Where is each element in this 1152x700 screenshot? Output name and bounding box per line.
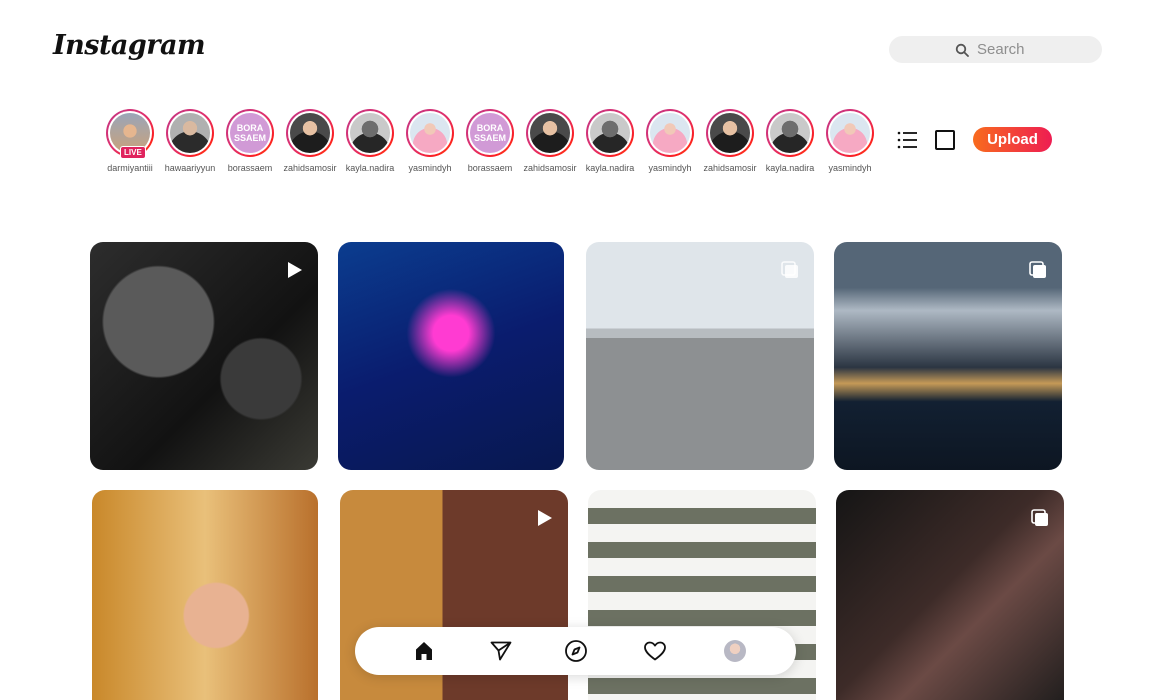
story-item[interactable]: kayla.nadira xyxy=(760,109,820,173)
story-username: kayla.nadira xyxy=(585,163,635,173)
story-ring: LIVE xyxy=(106,109,154,159)
story-username: zahidsamosir xyxy=(703,163,757,173)
story-username: borassaem xyxy=(467,163,513,173)
post-tile[interactable] xyxy=(92,490,318,700)
live-badge: LIVE xyxy=(120,146,146,159)
story-avatar xyxy=(530,113,570,153)
story-ring xyxy=(166,109,214,157)
upload-button[interactable]: Upload xyxy=(973,127,1052,152)
story-item[interactable]: zahidsamosir xyxy=(280,109,340,173)
list-view-icon[interactable] xyxy=(897,131,917,149)
video-play-icon xyxy=(288,262,302,278)
story-username: kayla.nadira xyxy=(345,163,395,173)
story-item[interactable]: LIVE darmiyantiii xyxy=(100,109,160,173)
story-username: zahidsamosir xyxy=(283,163,337,173)
story-username: hawaariyyun xyxy=(164,163,216,173)
story-item[interactable]: yasmindyh xyxy=(640,109,700,173)
send-icon[interactable] xyxy=(489,639,513,663)
story-avatar xyxy=(770,113,810,153)
story-avatar xyxy=(590,113,630,153)
post-tile[interactable] xyxy=(90,242,318,470)
story-avatar xyxy=(710,113,750,153)
story-ring xyxy=(526,109,574,157)
heart-icon[interactable] xyxy=(643,639,667,663)
post-tile[interactable] xyxy=(586,242,814,470)
story-username: yasmindyh xyxy=(828,163,872,173)
story-ring xyxy=(346,109,394,157)
story-username: borassaem xyxy=(227,163,273,173)
post-tile[interactable] xyxy=(834,242,1062,470)
story-avatar xyxy=(170,113,210,153)
story-item[interactable]: kayla.nadira xyxy=(580,109,640,173)
story-avatar xyxy=(650,113,690,153)
carousel-icon xyxy=(1029,261,1046,278)
story-item[interactable]: yasmindyh xyxy=(400,109,460,173)
story-ring xyxy=(406,109,454,157)
story-ring xyxy=(706,109,754,157)
search-icon xyxy=(955,43,969,57)
carousel-icon xyxy=(781,261,798,278)
story-ring xyxy=(646,109,694,157)
search-bar[interactable] xyxy=(889,36,1102,63)
story-item[interactable]: kayla.nadira xyxy=(340,109,400,173)
story-item[interactable]: hawaariyyun xyxy=(160,109,220,173)
story-username: zahidsamosir xyxy=(523,163,577,173)
story-ring xyxy=(586,109,634,157)
square-view-icon[interactable] xyxy=(935,130,955,150)
story-username: yasmindyh xyxy=(408,163,452,173)
post-tile[interactable] xyxy=(338,242,564,470)
story-avatar: BORA SSAEM xyxy=(230,113,270,153)
story-item[interactable]: BORA SSAEM borassaem xyxy=(460,109,520,173)
story-avatar xyxy=(350,113,390,153)
carousel-icon xyxy=(1031,509,1048,526)
story-username: darmiyantiii xyxy=(107,163,153,173)
story-item[interactable]: yasmindyh xyxy=(820,109,880,173)
story-avatar xyxy=(830,113,870,153)
story-ring xyxy=(766,109,814,157)
story-item[interactable]: zahidsamosir xyxy=(700,109,760,173)
story-ring: BORA SSAEM xyxy=(466,109,514,157)
story-avatar xyxy=(290,113,330,153)
story-ring xyxy=(286,109,334,157)
story-username: kayla.nadira xyxy=(765,163,815,173)
home-icon[interactable] xyxy=(412,639,436,663)
story-ring: BORA SSAEM xyxy=(226,109,274,157)
story-item[interactable]: zahidsamosir xyxy=(520,109,580,173)
post-tile[interactable] xyxy=(836,490,1064,700)
story-avatar: BORA SSAEM xyxy=(470,113,510,153)
search-input[interactable] xyxy=(977,36,1097,63)
story-avatar xyxy=(410,113,450,153)
story-ring xyxy=(826,109,874,157)
explore-compass-icon[interactable] xyxy=(564,639,588,663)
profile-avatar[interactable] xyxy=(724,640,746,662)
instagram-logo[interactable]: Instagram xyxy=(53,30,206,61)
story-username: yasmindyh xyxy=(648,163,692,173)
story-item[interactable]: BORA SSAEM borassaem xyxy=(220,109,280,173)
video-play-icon xyxy=(538,510,552,526)
stories-tray: LIVE darmiyantiii hawaariyyun BORA SSAEM… xyxy=(100,109,880,173)
